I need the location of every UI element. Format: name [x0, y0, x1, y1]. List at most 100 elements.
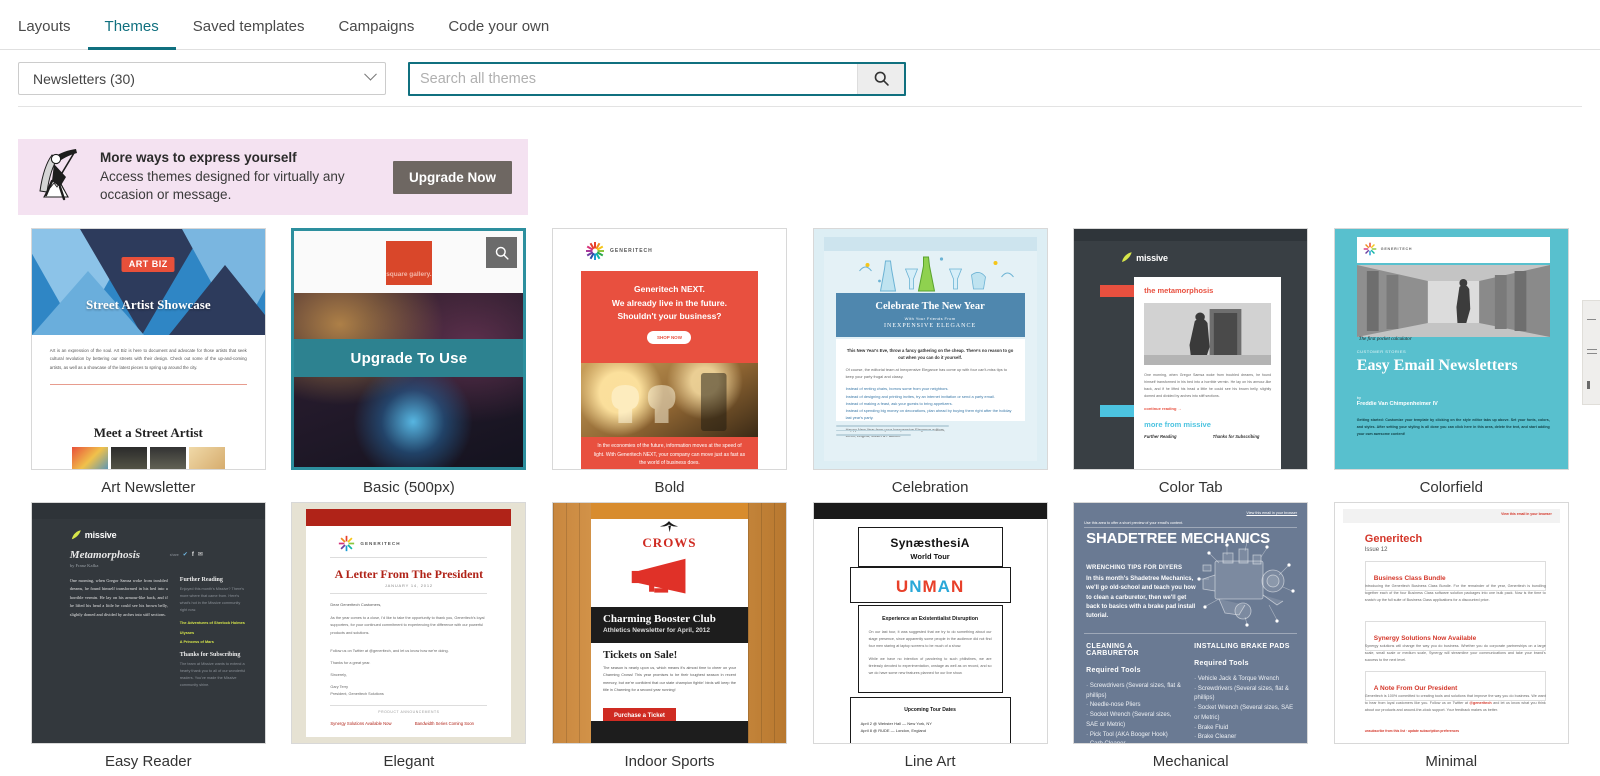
art-headline: Street Artist Showcase — [32, 297, 265, 313]
starburst-icon — [1363, 242, 1377, 256]
easyreader-byline: by Franz Kafka — [70, 563, 99, 568]
colortab-link: continue reading → — [1144, 406, 1271, 411]
theme-thumbnail: View this email in your browser Generite… — [1335, 503, 1568, 743]
theme-card-bold[interactable]: GENERITECH Generitech NEXT. We already l… — [552, 228, 787, 470]
colortab-sheet: the metamorphosis One morning, when Greg… — [1134, 277, 1281, 469]
upgrade-to-use-overlay[interactable]: Upgrade To Use — [294, 339, 523, 377]
theme-card-label: Bold — [539, 479, 800, 497]
minimal-body: Introducing the Generitech Business Clas… — [1365, 583, 1546, 605]
server-aisle-icon — [1357, 265, 1550, 337]
elegant-col-2: Bandwidth Series Coming Soon — [415, 721, 488, 726]
celebration-subhead: With Your Friends From — [836, 316, 1025, 321]
upgrade-now-button[interactable]: Upgrade Now — [393, 161, 512, 194]
theme-grid: ART BIZ Street Artist Showcase Art is an… — [18, 228, 1582, 776]
theme-cell: ART BIZ Street Artist Showcase Art is an… — [18, 228, 279, 497]
nebula-image — [294, 293, 523, 467]
mechanical-column-1: CLEANING A CARBURETOR Required Tools · S… — [1086, 643, 1182, 743]
bottles-icon — [836, 251, 1025, 295]
celebration-content: This New Year's Eve, throw a fancy gathe… — [836, 339, 1025, 421]
elegant-date: JANUARY 14, 2012 — [306, 583, 511, 588]
server-room-photo — [1357, 265, 1550, 337]
theme-card-basic-500px[interactable]: square gallery. Upgrade To Use — [291, 228, 526, 470]
colorfield-author: Freddie Van Chimpenheimer IV — [1357, 401, 1438, 407]
colorfield-body: Getting started: Customize your template… — [1357, 417, 1550, 438]
theme-card-elegant[interactable]: GENERITECH A Letter From The President J… — [291, 502, 526, 744]
square-gallery-logo: square gallery. — [386, 241, 432, 285]
theme-card-line-art[interactable]: SynæsthesiA World Tour UNMAN Experience … — [813, 502, 1048, 744]
indoorsports-section: Tickets on Sale! — [603, 649, 677, 661]
bold-cta-button: SHOP NOW — [647, 331, 691, 344]
theme-card-label: Line Art — [800, 753, 1061, 771]
theme-thumbnail: missive Metamorphosis by Franz Kafka One… — [32, 503, 265, 743]
elegant-divider: PRODUCT ANNOUNCEMENTS — [306, 710, 511, 714]
glasses-silhouette — [581, 363, 758, 437]
theme-card-art-newsletter[interactable]: ART BIZ Street Artist Showcase Art is an… — [31, 228, 266, 470]
colorfield-header: GENERITECH — [1357, 237, 1550, 263]
tab-code-your-own[interactable]: Code your own — [431, 19, 566, 50]
minimal-preheader: View this email in your browser — [1343, 509, 1560, 523]
upgrade-promo-banner: More ways to express yourself Access the… — [18, 139, 528, 215]
elegant-sheet: GENERITECH A Letter From The President J… — [306, 509, 511, 737]
engine-blueprint-diagram — [1189, 535, 1301, 631]
theme-card-label: Mechanical — [1060, 753, 1321, 771]
facebook-icon: f — [192, 552, 194, 558]
easyreader-share-row: share ✔ f ✉ — [170, 551, 203, 558]
lineart-subtitle: World Tour — [859, 552, 1002, 561]
search-button[interactable] — [857, 64, 904, 94]
theme-cell: missive Metamorphosis by Franz Kafka One… — [18, 502, 279, 771]
generitech-logo: GENERITECH — [1363, 242, 1413, 256]
missive-logo: missive — [70, 529, 117, 541]
mail-icon: ✉ — [198, 551, 203, 558]
theme-card-label: Elegant — [279, 753, 540, 771]
theme-card-label: Minimal — [1321, 753, 1582, 771]
art-biz-logo: ART BIZ — [122, 257, 175, 272]
chevron-down-icon — [364, 68, 377, 81]
elegant-title: A Letter From The President — [306, 567, 511, 582]
indoorsports-title-bar: Charming Booster Club Athletics Newslett… — [591, 607, 748, 643]
preview-theme-button[interactable] — [486, 237, 517, 268]
leaf-icon — [1120, 251, 1133, 264]
art-body-text: Art is an expression of the soul. Art Bi… — [50, 347, 247, 385]
theme-card-label: Indoor Sports — [539, 753, 800, 771]
primary-tab-bar: Layouts Themes Saved templates Campaigns… — [0, 0, 1600, 50]
megaphone-shape — [630, 555, 708, 599]
mechanical-intro: In this month's Shadetree Mechanics, we'… — [1086, 575, 1196, 621]
lineart-headline: Experience an Existentialist Disruption — [869, 616, 992, 622]
right-edge-panel[interactable] — [1582, 300, 1600, 405]
lineart-logo-box: UNMAN — [850, 567, 1011, 603]
starburst-icon — [338, 535, 355, 552]
figure-doorway-icon — [1144, 303, 1271, 365]
indoorsports-subtitle: Athletics Newsletter for April, 2012 — [603, 627, 736, 634]
leaf-icon — [70, 529, 82, 541]
easyreader-body: One morning, when Gregor Samsa woke from… — [70, 577, 168, 619]
category-filter-select[interactable]: Newsletters (30) — [18, 62, 386, 95]
tab-campaigns[interactable]: Campaigns — [321, 19, 431, 50]
champagne-bottles-illustration — [836, 251, 1025, 295]
theme-cell: View this email in your browser Generite… — [1321, 502, 1582, 771]
theme-thumbnail: Use this area to offer a short preview o… — [1074, 503, 1307, 743]
theme-card-celebration[interactable]: Celebrate The New Year With Your Friends… — [813, 228, 1048, 470]
header-divider — [18, 106, 1582, 107]
theme-card-label: Color Tab — [1060, 479, 1321, 497]
theme-card-label: Celebration — [800, 479, 1061, 497]
engraving-illustration — [1144, 303, 1271, 365]
colorfield-caption: The first pocket calculator — [1359, 337, 1412, 342]
search-box[interactable] — [408, 62, 906, 96]
twitter-icon: ✔ — [183, 551, 188, 558]
theme-card-mechanical[interactable]: Use this area to offer a short preview o… — [1073, 502, 1308, 744]
colortab-body: One morning, when Gregor Samsa woke from… — [1144, 372, 1271, 400]
theme-card-easy-reader[interactable]: missive Metamorphosis by Franz Kafka One… — [31, 502, 266, 744]
theme-card-colorfield[interactable]: GENERITECH — [1334, 228, 1569, 470]
champagne-photo — [581, 363, 758, 437]
theme-card-color-tab[interactable]: missive the metamorphosis — [1073, 228, 1308, 470]
search-input[interactable] — [410, 64, 857, 94]
theme-card-indoor-sports[interactable]: CROWS Charming Booster Club Athletics Ne… — [552, 502, 787, 744]
tab-themes[interactable]: Themes — [88, 19, 176, 50]
theme-card-minimal[interactable]: View this email in your browser Generite… — [1334, 502, 1569, 744]
celebration-preheader — [824, 237, 1037, 251]
mechanical-column-2: INSTALLING BRAKE PADS Required Tools · V… — [1194, 643, 1294, 743]
bold-headline: Generitech NEXT. We already live in the … — [581, 283, 758, 324]
tab-saved-templates[interactable]: Saved templates — [176, 19, 322, 50]
colortab-side-1: Further Reading — [1144, 434, 1203, 439]
tab-layouts[interactable]: Layouts — [18, 19, 88, 50]
